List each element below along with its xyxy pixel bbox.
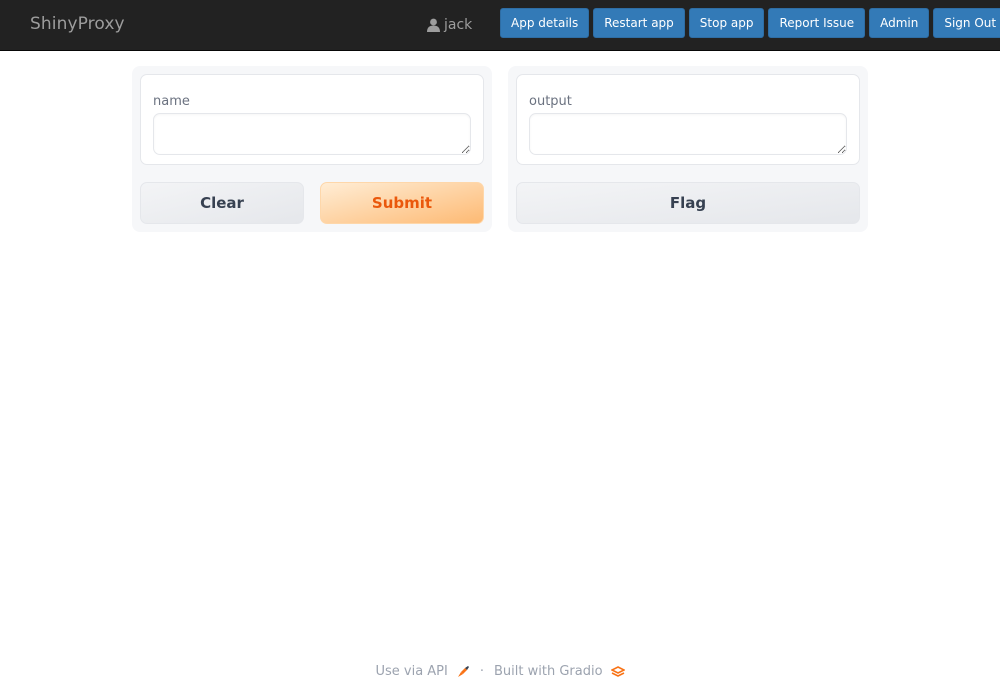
use-via-api-label: Use via API (375, 664, 448, 679)
input-panel: name Clear Submit (132, 66, 492, 232)
name-field-container: name (140, 74, 484, 165)
brand-title[interactable]: ShinyProxy (30, 14, 125, 34)
app-details-button[interactable]: App details (500, 8, 590, 38)
username: jack (444, 17, 473, 33)
sign-out-button[interactable]: Sign Out (933, 8, 1000, 38)
flag-button[interactable]: Flag (516, 182, 860, 224)
output-panel: output Flag (508, 66, 868, 232)
navbar-actions: App details Restart app Stop app Report … (500, 8, 1000, 38)
output-textbox[interactable] (529, 113, 847, 155)
rocket-icon (457, 665, 469, 677)
gradio-logo-icon (610, 665, 625, 677)
name-input[interactable] (153, 113, 471, 155)
restart-app-button[interactable]: Restart app (593, 8, 685, 38)
built-with-gradio-link[interactable]: Built with Gradio (494, 664, 625, 679)
navbar: ShinyProxy jack App details Restart app … (0, 0, 1000, 51)
footer-separator: · (479, 664, 484, 679)
user-indicator: jack (427, 17, 472, 33)
name-field-label: name (153, 94, 190, 109)
report-issue-button[interactable]: Report Issue (768, 8, 866, 38)
use-via-api-link[interactable]: Use via API (375, 664, 469, 679)
output-field-container: output (516, 74, 860, 165)
admin-button[interactable]: Admin (869, 8, 930, 38)
output-field-label: output (529, 94, 572, 109)
built-with-gradio-label: Built with Gradio (494, 664, 603, 679)
stop-app-button[interactable]: Stop app (688, 8, 765, 38)
submit-button[interactable]: Submit (320, 182, 484, 224)
footer: Use via API · Built with Gradio (0, 664, 1000, 679)
user-icon (427, 18, 440, 32)
clear-button[interactable]: Clear (140, 182, 304, 224)
